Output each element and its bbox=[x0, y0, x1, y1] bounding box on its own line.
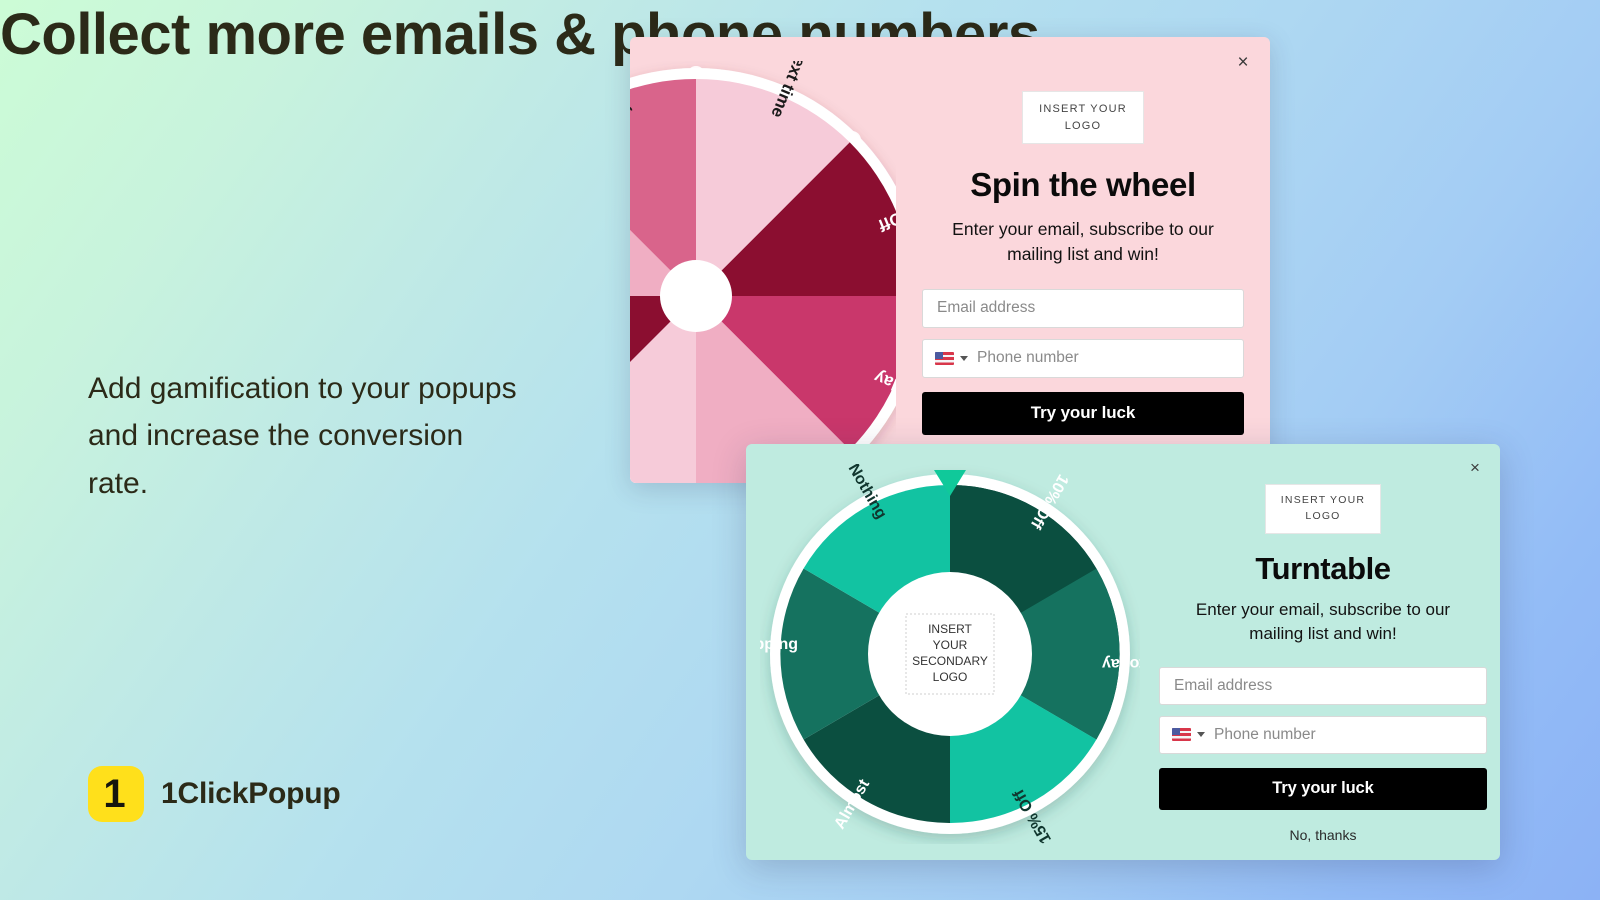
try-your-luck-button[interactable]: Try your luck bbox=[922, 391, 1244, 435]
country-selector[interactable] bbox=[1160, 728, 1205, 742]
wheel-hub bbox=[660, 260, 732, 332]
logo-placeholder: INSERT YOUR LOGO bbox=[1022, 91, 1144, 144]
phone-placeholder: Phone number bbox=[1214, 725, 1316, 743]
popup-spin-the-wheel: × 10% Off today Almost shipping Nothing … bbox=[630, 37, 1270, 483]
try-your-luck-button[interactable]: Try your luck bbox=[1159, 767, 1487, 810]
spin-wheel-form-panel: INSERT YOUR LOGO Spin the wheel Enter yo… bbox=[896, 37, 1270, 483]
chevron-down-icon bbox=[960, 355, 968, 361]
email-placeholder: Email address bbox=[1174, 676, 1273, 694]
turntable-wheel-graphic[interactable]: 10% Off No luck today 15% Off Almost Fre… bbox=[746, 444, 1146, 860]
popup-subtitle: Enter your email, subscribe to our maili… bbox=[952, 219, 1214, 264]
us-flag-icon bbox=[935, 351, 954, 365]
segment-label: No luck today bbox=[1102, 655, 1140, 672]
logo-placeholder: INSERT YOUR LOGO bbox=[1264, 484, 1382, 534]
hub-logo-line-1: INSERT bbox=[928, 622, 972, 636]
logo-line-1: INSERT YOUR bbox=[1039, 103, 1127, 115]
no-thanks-link[interactable]: No, thanks bbox=[1290, 827, 1357, 843]
spin-wheel-graphic[interactable]: 10% Off No luck today 15% Off Almost Fre… bbox=[630, 37, 896, 483]
phone-field[interactable]: Phone number bbox=[1159, 715, 1487, 754]
hub-logo-line-3: SECONDARY bbox=[912, 654, 988, 668]
logo-line-1: INSERT YOUR bbox=[1280, 494, 1366, 506]
popup-turntable: × 10% Off oday 15% Off Almost ping Nothi… bbox=[746, 444, 1500, 860]
brand-wordmark: 1ClickPopup bbox=[161, 777, 341, 810]
popup-title: Turntable bbox=[1255, 550, 1391, 586]
hub-logo-line-2: YOUR bbox=[933, 638, 968, 652]
segment-label: Free shipping bbox=[760, 636, 798, 653]
logo-line-2: LOGO bbox=[1305, 509, 1341, 522]
popup-subtitle: Enter your email, subscribe to our maili… bbox=[1195, 599, 1451, 643]
hub-logo-line-4: LOGO bbox=[933, 670, 968, 684]
country-selector[interactable] bbox=[923, 351, 968, 365]
popup-title: Spin the wheel bbox=[970, 166, 1196, 203]
logo-line-2: LOGO bbox=[1064, 119, 1102, 132]
phone-field[interactable]: Phone number bbox=[922, 338, 1244, 378]
phone-placeholder: Phone number bbox=[977, 349, 1079, 367]
turntable-form-panel: INSERT YOUR LOGO Turntable Enter your em… bbox=[1146, 444, 1500, 860]
brand-logo: 1 1ClickPopup bbox=[88, 766, 341, 822]
chevron-down-icon bbox=[1197, 732, 1205, 738]
brand-mark-icon: 1 bbox=[88, 766, 144, 822]
email-field[interactable]: Email address bbox=[922, 288, 1244, 328]
page-subcopy: Add gamification to your popups and incr… bbox=[88, 372, 517, 500]
us-flag-icon bbox=[1172, 728, 1191, 742]
email-placeholder: Email address bbox=[937, 299, 1036, 317]
email-field[interactable]: Email address bbox=[1159, 666, 1487, 705]
